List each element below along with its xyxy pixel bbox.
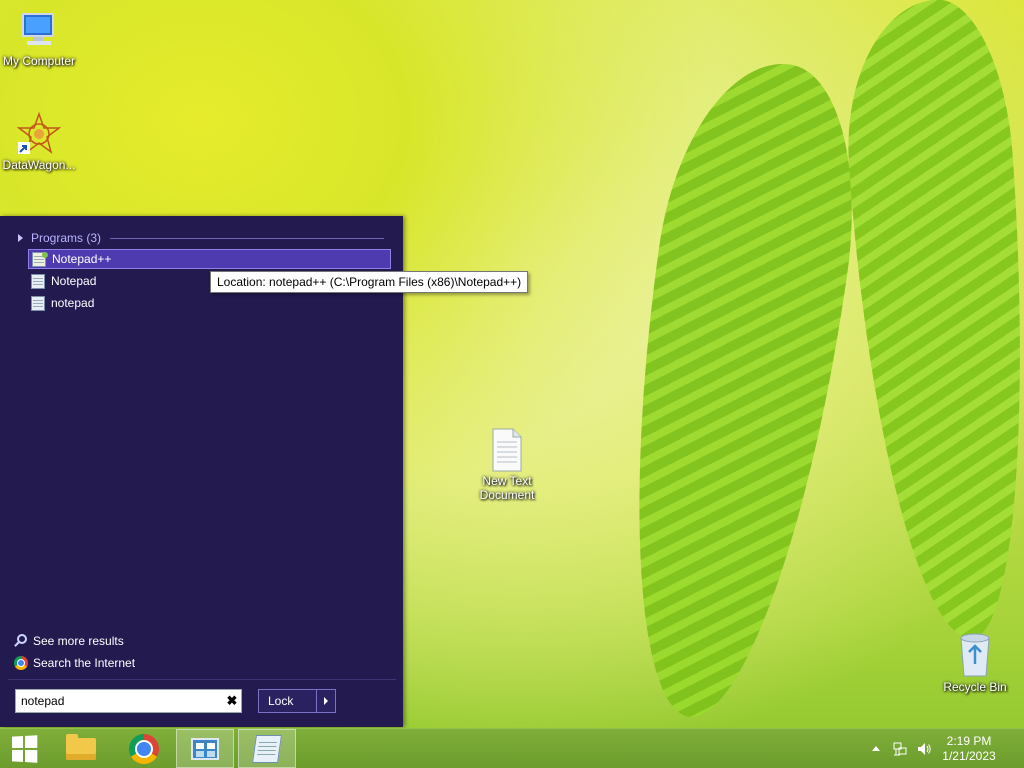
divider — [110, 237, 384, 239]
taskbar-clock[interactable]: 2:19 PM 1/21/2023 — [934, 734, 1004, 764]
chrome-icon — [14, 656, 28, 670]
desktop-icon-label: DataWagon... — [2, 158, 76, 172]
programs-section-label: Programs (3) — [31, 231, 102, 245]
desktop-icon-new-text-document[interactable]: New Text Document — [468, 428, 546, 502]
chevron-right-icon — [324, 697, 328, 705]
network-icon[interactable] — [892, 741, 908, 757]
see-more-results-link[interactable]: See more results — [14, 634, 124, 648]
lock-button-label: Lock — [268, 694, 294, 708]
desktop-icon-label: New Text Document — [479, 474, 535, 502]
desktop-icon-my-computer[interactable]: My Computer — [0, 8, 78, 68]
programs-section-header[interactable]: Programs (3) — [18, 230, 384, 246]
search-internet-link[interactable]: Search the Internet — [14, 656, 135, 670]
volume-icon[interactable] — [916, 741, 932, 757]
program-result-notepadplusplus[interactable]: Notepad++ — [28, 249, 391, 269]
search-internet-label: Search the Internet — [33, 656, 136, 670]
divider — [8, 679, 396, 680]
tooltip-text: Location: notepad++ (C:\Program Files (x… — [217, 275, 522, 289]
recycle-bin-icon — [957, 632, 993, 678]
notepad-icon — [252, 734, 282, 763]
desktop-icon-label: Recycle Bin — [943, 680, 1007, 694]
desktop-icon-label: My Computer — [2, 54, 76, 68]
system-tray — [872, 729, 942, 768]
desktop-icon-datawagon[interactable]: DataWagon... — [0, 111, 78, 172]
program-label: Notepad++ — [52, 252, 112, 266]
control-panel-icon — [191, 737, 219, 760]
folder-icon — [66, 733, 96, 760]
taskbar-control-panel[interactable] — [176, 729, 234, 768]
see-more-results-label: See more results — [33, 634, 124, 648]
taskbar: 2:19 PM 1/21/2023 — [0, 728, 1024, 768]
wallpaper-leaf — [594, 49, 876, 731]
start-button[interactable] — [0, 729, 48, 768]
clock-time: 2:19 PM — [946, 734, 992, 748]
power-options-arrow-button[interactable] — [316, 690, 335, 712]
lock-button[interactable]: Lock — [258, 689, 336, 713]
notepad-icon — [31, 295, 45, 311]
desktop-icon-recycle-bin[interactable]: Recycle Bin — [936, 632, 1014, 694]
clear-search-icon[interactable]: ✖ — [223, 693, 241, 709]
chrome-icon — [129, 733, 159, 764]
search-input-value: notepad — [21, 694, 65, 708]
program-label: Notepad — [51, 274, 97, 288]
program-result-notepad-2[interactable]: notepad — [28, 293, 391, 313]
taskbar-chrome[interactable] — [118, 729, 170, 768]
text-file-icon — [491, 428, 523, 472]
computer-icon — [17, 8, 61, 52]
wallpaper-leaf — [837, 0, 1024, 645]
show-hidden-icons-chevron-icon[interactable] — [872, 746, 880, 751]
taskbar-notepad[interactable] — [238, 729, 296, 768]
datawagon-logo-icon — [16, 111, 62, 156]
clock-date: 1/21/2023 — [942, 749, 996, 763]
program-label: notepad — [51, 296, 95, 310]
taskbar-file-explorer[interactable] — [56, 729, 106, 768]
notepad-icon — [31, 273, 45, 289]
start-search-input[interactable]: notepad ✖ — [15, 689, 242, 713]
notepadplusplus-icon — [32, 251, 48, 267]
location-tooltip: Location: notepad++ (C:\Program Files (x… — [210, 271, 529, 293]
windows-logo-icon — [12, 734, 38, 763]
search-icon — [14, 634, 28, 648]
expand-arrow-icon — [18, 234, 23, 242]
